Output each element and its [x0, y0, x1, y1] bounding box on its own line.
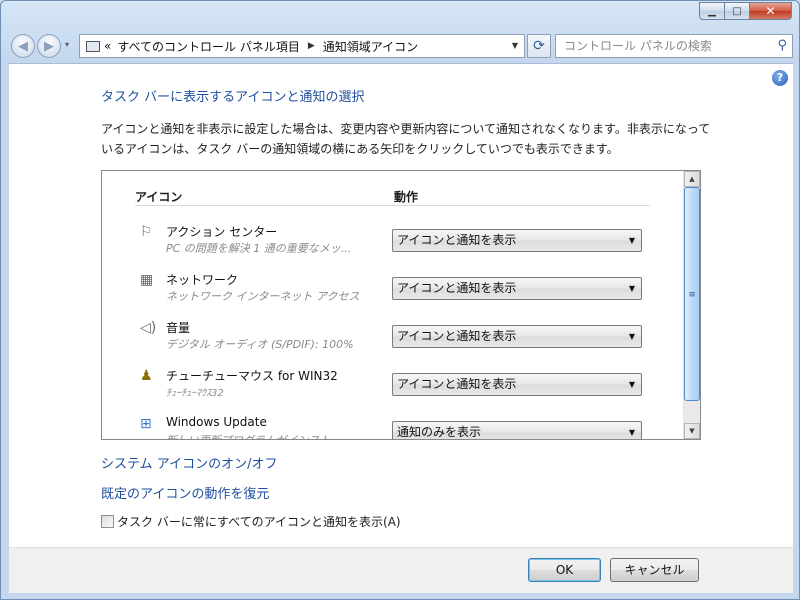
vertical-scrollbar[interactable]: ▲ ≡ ▼	[683, 171, 700, 439]
address-overflow-chevron[interactable]: «	[104, 39, 111, 53]
content-area: ? タスク バーに表示するアイコンと通知の選択 アイコンと通知を非表示に設定した…	[9, 63, 793, 547]
select-value: アイコンと通知を表示	[397, 329, 517, 343]
always-show-label[interactable]: タスク バーに常にすべてのアイコンと通知を表示(A)	[117, 513, 401, 530]
mouse-icon: ♟	[140, 368, 153, 384]
back-button[interactable]: ◀	[11, 34, 35, 58]
breadcrumb-notification-icons[interactable]: 通知領域アイコン	[323, 38, 418, 55]
scroll-thumb[interactable]: ≡	[684, 187, 700, 401]
behavior-select[interactable]: アイコンと通知を表示 ▼	[392, 277, 642, 300]
search-icon[interactable]: ⚲	[777, 38, 787, 53]
behavior-select[interactable]: アイコンと通知を表示 ▼	[392, 373, 642, 396]
speaker-icon: ◁)	[140, 320, 157, 336]
close-button[interactable]: ✕	[749, 2, 792, 20]
address-dropdown-icon[interactable]: ▼	[512, 41, 518, 50]
behavior-select[interactable]: アイコンと通知を表示 ▼	[392, 229, 642, 252]
item-name: Windows Update	[166, 415, 267, 429]
navigation-bar: ◀ ▶ ▾ « すべてのコントロール パネル項目 ▶ 通知領域アイコン ▼ ⟳ …	[9, 32, 793, 60]
list-item: ◁) 音量 デジタル オーディオ (S/PDIF): 100% アイコンと通知を…	[132, 319, 652, 367]
ok-button[interactable]: OK	[528, 558, 601, 582]
forward-arrow-icon: ▶	[44, 38, 54, 54]
system-icons-link[interactable]: システム アイコンのオン/オフ	[101, 453, 277, 472]
always-show-checkbox[interactable]	[101, 515, 114, 528]
item-name: チューチューマウス for WIN32	[166, 369, 338, 383]
scroll-down-button[interactable]: ▼	[684, 423, 700, 439]
search-input[interactable]	[562, 38, 762, 54]
chevron-down-icon: ▼	[628, 428, 635, 437]
list-item: ♟ チューチューマウス for WIN32 ﾁｭｰﾁｭｰﾏｳｽ32 アイコンと通…	[132, 367, 652, 415]
restore-defaults-link[interactable]: 既定のアイコンの動作を復元	[101, 483, 269, 502]
help-icon[interactable]: ?	[772, 70, 788, 86]
column-header-icon: アイコン	[135, 190, 183, 204]
select-value: アイコンと通知を表示	[397, 377, 517, 391]
back-arrow-icon: ◀	[18, 38, 28, 54]
select-value: 通知のみを表示	[397, 425, 482, 439]
behavior-select[interactable]: 通知のみを表示 ▼	[392, 421, 642, 439]
network-icon: ▦	[140, 272, 154, 288]
chevron-down-icon: ▼	[628, 380, 635, 389]
select-value: アイコンと通知を表示	[397, 281, 517, 295]
caption-buttons: ▁ □ ✕	[699, 2, 792, 20]
item-description: デジタル オーディオ (S/PDIF): 100%	[166, 338, 354, 351]
chevron-down-icon: ▼	[628, 332, 635, 341]
list-item: ⚐ アクション センター PC の問題を解決 1 通の重要なメッ... アイコン…	[132, 223, 652, 271]
header-divider	[135, 205, 650, 206]
search-box[interactable]: ⚲	[555, 34, 793, 58]
behavior-select[interactable]: アイコンと通知を表示 ▼	[392, 325, 642, 348]
forward-button[interactable]: ▶	[37, 34, 61, 58]
maximize-button[interactable]: □	[724, 2, 750, 20]
select-value: アイコンと通知を表示	[397, 233, 517, 247]
control-panel-window: ▁ □ ✕ ◀ ▶ ▾ « すべてのコントロール パネル項目 ▶ 通知領域アイコ…	[0, 0, 800, 600]
item-description: 新しい更新プログラムがインスト...	[166, 432, 396, 439]
cancel-button[interactable]: キャンセル	[610, 558, 699, 582]
page-title: タスク バーに表示するアイコンと通知の選択	[101, 90, 365, 105]
column-header-action: 動作	[394, 190, 419, 204]
minimize-button[interactable]: ▁	[699, 2, 725, 20]
recent-pages-dropdown[interactable]: ▾	[65, 40, 69, 49]
refresh-icon: ⟳	[533, 38, 545, 54]
icon-behavior-list: アイコン 動作 ⚐ アクション センター PC の問題を解決 1 通の重要なメッ…	[101, 170, 701, 440]
dialog-footer: OK キャンセル	[9, 547, 793, 593]
control-panel-icon	[86, 40, 100, 52]
list-item: ⊞ Windows Update 新しい更新プログラムがインスト... 通知のみ…	[132, 415, 652, 439]
scroll-up-button[interactable]: ▲	[684, 171, 700, 187]
address-bar[interactable]: « すべてのコントロール パネル項目 ▶ 通知領域アイコン ▼	[79, 34, 525, 58]
flag-icon: ⚐	[140, 224, 153, 240]
item-name: 音量	[166, 321, 191, 335]
item-description: ネットワーク インターネット アクセス	[166, 290, 360, 303]
breadcrumb-separator-icon[interactable]: ▶	[308, 41, 315, 51]
item-name: ネットワーク	[166, 273, 239, 287]
item-description: PC の問題を解決 1 通の重要なメッ...	[166, 242, 352, 255]
item-name: アクション センター	[166, 225, 278, 239]
always-show-all-option[interactable]: タスク バーに常にすべてのアイコンと通知を表示(A)	[101, 513, 401, 530]
chevron-down-icon: ▼	[628, 236, 635, 245]
windows-update-icon: ⊞	[140, 416, 152, 432]
list-item: ▦ ネットワーク ネットワーク インターネット アクセス アイコンと通知を表示 ▼	[132, 271, 652, 319]
item-description: ﾁｭｰﾁｭｰﾏｳｽ32	[166, 388, 224, 399]
refresh-button[interactable]: ⟳	[527, 34, 551, 58]
breadcrumb-all-items[interactable]: すべてのコントロール パネル項目	[117, 38, 300, 55]
page-description: アイコンと通知を非表示に設定した場合は、変更内容や更新内容について通知されなくな…	[101, 122, 711, 156]
chevron-down-icon: ▼	[628, 284, 635, 293]
